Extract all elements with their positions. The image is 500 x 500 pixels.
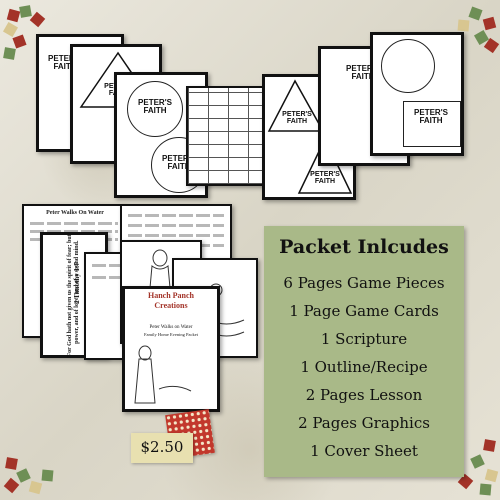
cover-illustration bbox=[134, 345, 192, 404]
price-tag: $2.50 bbox=[131, 433, 193, 463]
text-lines bbox=[128, 234, 224, 237]
packet-item: 1 Cover Sheet bbox=[310, 442, 418, 460]
game-cards-page bbox=[186, 86, 270, 186]
game-page-6: PETER'S FAITH bbox=[370, 32, 464, 156]
game-label: PETER'S FAITH bbox=[414, 108, 448, 126]
game-label: PETER'S FAITH bbox=[138, 98, 172, 116]
packet-item: 2 Pages Graphics bbox=[298, 414, 430, 432]
cover-subtitle: Family Home Evening Packet bbox=[143, 332, 199, 337]
packet-item: 1 Scripture bbox=[320, 330, 408, 348]
circle-shape bbox=[381, 39, 435, 93]
packet-includes-panel: Packet Inlcudes 6 Pages Game Pieces 1 Pa… bbox=[264, 226, 464, 477]
brand-name-line2: Creations bbox=[154, 301, 188, 310]
cover-sheet: Hanch Panch Creations Peter Walks on Wat… bbox=[122, 286, 220, 412]
brand-name: Hanch Panch bbox=[147, 291, 194, 300]
text-lines bbox=[128, 214, 224, 217]
game-label: PETER'S FAITH bbox=[282, 111, 312, 126]
cover-title: Peter Walks on Water bbox=[149, 325, 193, 330]
text-lines bbox=[128, 224, 224, 227]
game-label: PETER'S FAITH bbox=[310, 171, 340, 186]
packet-item: 6 Pages Game Pieces bbox=[283, 274, 445, 292]
scripture-quote: For God hath not given us the spirit of … bbox=[66, 232, 80, 357]
packet-item: 1 Outline/Recipe bbox=[300, 358, 428, 376]
lesson-heading: Peter Walks On Water bbox=[46, 210, 104, 216]
packet-item: 1 Page Game Cards bbox=[289, 302, 439, 320]
packet-title: Packet Inlcudes bbox=[279, 236, 449, 258]
text-lines bbox=[30, 222, 118, 225]
card-grid bbox=[188, 88, 268, 184]
price-value: $2.50 bbox=[140, 438, 184, 456]
packet-item: 2 Pages Lesson bbox=[305, 386, 423, 404]
